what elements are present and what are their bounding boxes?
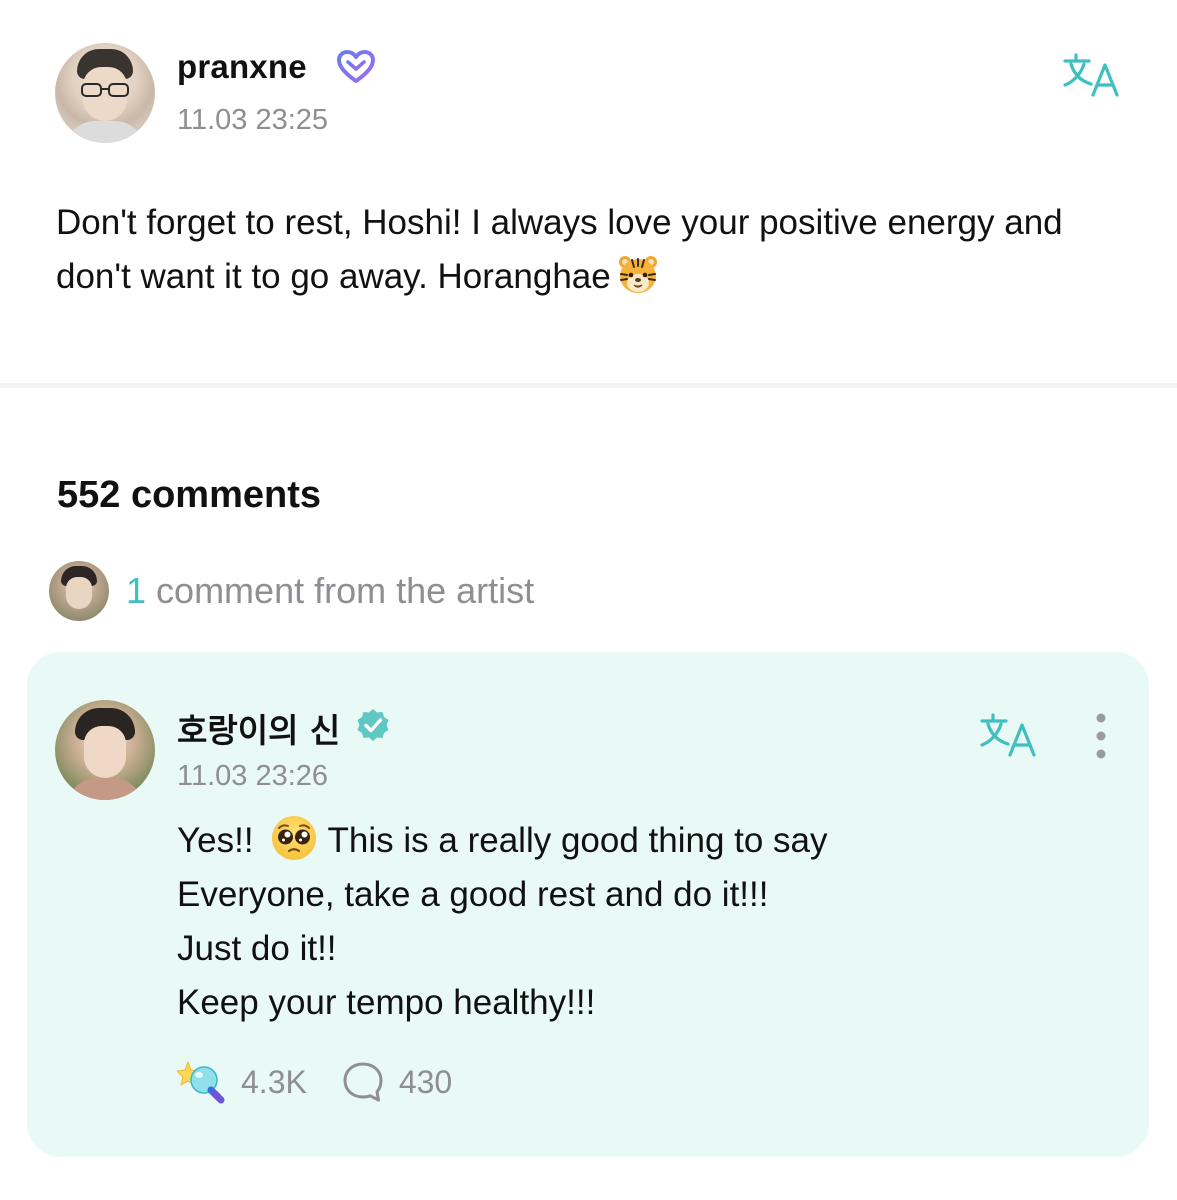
comment-line: Yes!! This is a really good thing to say: [177, 814, 1107, 868]
glasses-graphic: [81, 83, 129, 97]
post-body: Don't forget to rest, Hoshi! I always lo…: [56, 196, 1116, 304]
comment-line-text: This is a really good thing to say: [327, 821, 828, 860]
heart-membership-icon: [337, 50, 375, 83]
translate-icon[interactable]: [980, 712, 1040, 758]
comment-line: Everyone, take a good rest and do it!!!: [177, 875, 769, 914]
artist-comment-label: comment from the artist: [156, 570, 535, 611]
comment-line: Keep your tempo healthy!!!: [177, 983, 596, 1022]
artist-comment-count: 1: [126, 570, 147, 611]
post-author-avatar[interactable]: [55, 43, 155, 143]
tiger-face-icon: [618, 256, 657, 293]
post-timestamp: 11.03 23:25: [177, 104, 329, 136]
reply-count: 430: [398, 1063, 453, 1100]
section-divider: [0, 383, 1177, 388]
artist-summary-avatar: [49, 561, 109, 621]
more-options-icon[interactable]: [1088, 712, 1114, 760]
comment-line-text: Yes!!: [177, 821, 254, 860]
post-body-text: Don't forget to rest, Hoshi! I always lo…: [56, 203, 1063, 296]
pleading-face-icon: [271, 816, 316, 860]
comment-line: Just do it!!: [177, 929, 337, 968]
comment-timestamp: 11.03 23:26: [177, 760, 329, 792]
artist-avatar[interactable]: [55, 700, 155, 800]
artist-name[interactable]: 호랑이의 신: [177, 704, 340, 752]
comment-reactions-bar: 4.3K 430: [177, 1058, 452, 1106]
like-count: 4.3K: [241, 1063, 307, 1100]
translate-icon[interactable]: [1063, 52, 1123, 98]
post-author-name[interactable]: pranxne: [177, 48, 307, 86]
artist-comments-link[interactable]: 1 comment from the artist: [126, 570, 534, 612]
verified-badge-icon: [357, 709, 389, 741]
like-reaction-icon[interactable]: [177, 1059, 225, 1105]
comments-count-heading: 552 comments: [57, 474, 322, 516]
reply-bubble-icon[interactable]: [341, 1060, 385, 1104]
comment-body: Yes!! This is a really good thing to say…: [177, 814, 1107, 1030]
